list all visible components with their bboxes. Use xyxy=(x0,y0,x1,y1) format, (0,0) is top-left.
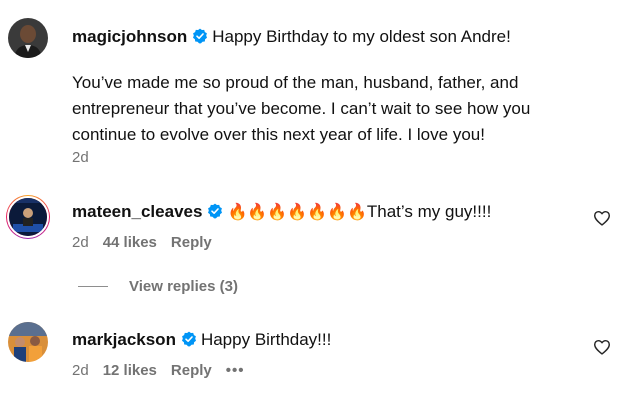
username-mateen-cleaves[interactable]: mateen_cleaves xyxy=(72,202,202,221)
avatar-markjackson[interactable] xyxy=(8,322,48,362)
comment-1-header: magicjohnson Happy Birthday to my oldest … xyxy=(72,24,511,50)
view-replies-label[interactable]: View replies (3) xyxy=(129,278,238,295)
verified-badge-icon xyxy=(181,331,196,347)
heart-outline-icon[interactable] xyxy=(593,339,611,355)
comment-2-likes[interactable]: 44 likes xyxy=(103,234,157,251)
comment-3-header: markjackson Happy Birthday!!! xyxy=(72,327,331,353)
replies-divider xyxy=(78,286,108,287)
comment-2-meta: 2d 44 likes Reply xyxy=(72,234,226,251)
more-options-icon[interactable]: ••• xyxy=(226,362,245,379)
avatar-magicjohnson[interactable] xyxy=(8,18,48,58)
comment-3-likes[interactable]: 12 likes xyxy=(103,362,157,379)
comment-2-reply-button[interactable]: Reply xyxy=(171,234,212,251)
comment-1-body: You’ve made me so proud of the man, husb… xyxy=(72,70,592,148)
comment-2-text: That’s my guy!!!! xyxy=(366,202,492,221)
comment-1-time[interactable]: 2d xyxy=(72,149,89,166)
comment-1-line-1: You’ve made me so proud of the man, husb… xyxy=(72,73,519,92)
verified-badge-icon xyxy=(193,28,208,44)
view-replies-button[interactable]: View replies (3) xyxy=(78,278,238,295)
comment-1-meta: 2d xyxy=(72,149,103,166)
comment-3-time[interactable]: 2d xyxy=(72,362,89,379)
avatar-mateen-cleaves[interactable] xyxy=(6,195,50,239)
verified-badge-icon xyxy=(208,203,223,219)
heart-outline-icon[interactable] xyxy=(593,210,611,226)
username-markjackson[interactable]: markjackson xyxy=(72,330,176,349)
comment-1-line-3: continue to evolve over this next year o… xyxy=(72,125,485,144)
username-magicjohnson[interactable]: magicjohnson xyxy=(72,27,187,46)
comment-1-text-first: Happy Birthday to my oldest son Andre! xyxy=(212,27,511,46)
comment-2-header: mateen_cleaves 🔥🔥🔥🔥🔥🔥🔥That’s my guy!!!! xyxy=(72,199,491,226)
comment-1-line-2: entrepreneur that you’ve become. I can’t… xyxy=(72,99,531,118)
comment-3-meta: 2d 12 likes Reply ••• xyxy=(72,362,259,379)
comment-3-reply-button[interactable]: Reply xyxy=(171,362,212,379)
fire-emojis: 🔥🔥🔥🔥🔥🔥🔥 xyxy=(227,204,367,221)
comment-2-time[interactable]: 2d xyxy=(72,234,89,251)
comment-3-text: Happy Birthday!!! xyxy=(200,330,332,349)
